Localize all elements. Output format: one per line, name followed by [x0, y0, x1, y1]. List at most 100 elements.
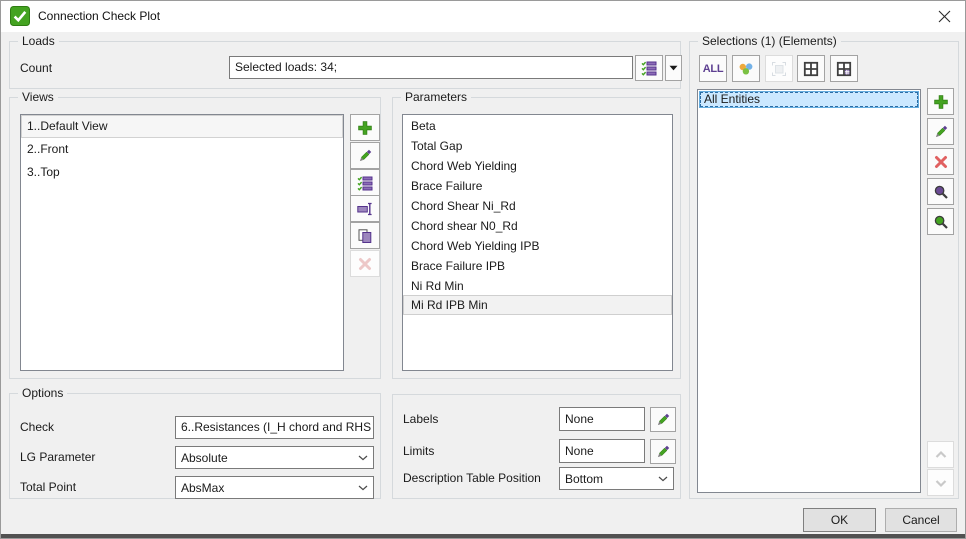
pencil-icon: [655, 444, 671, 460]
rename-view-button[interactable]: [350, 195, 380, 222]
options-legend: Options: [18, 386, 67, 401]
views-list[interactable]: 1..Default View 2..Front 3..Top: [20, 114, 344, 371]
check-field[interactable]: 6..Resistances (I_H chord and RHS or: [175, 416, 374, 439]
parameter-list-item-label: Brace Failure IPB: [411, 259, 505, 273]
parameter-list-item-label: Chord shear N0_Rd: [411, 219, 518, 233]
window-title: Connection Check Plot: [38, 1, 160, 32]
total-point-label: Total Point: [20, 476, 76, 499]
check-label: Check: [20, 416, 54, 439]
parameter-list-item[interactable]: Brace Failure IPB: [403, 255, 672, 275]
parameter-list-item[interactable]: Mi Rd IPB Min: [403, 295, 672, 315]
lg-parameter-value: Absolute: [181, 451, 228, 465]
add-view-button[interactable]: [350, 114, 380, 141]
labels-field[interactable]: None: [559, 407, 645, 431]
views-list-item[interactable]: 3..Top: [21, 161, 343, 184]
options-group: Options Check 6..Resistances (I_H chord …: [9, 393, 381, 499]
move-up-button: [927, 441, 954, 468]
parameter-list-item[interactable]: Chord Web Yielding: [403, 155, 672, 175]
chevron-combo-icon: [658, 476, 668, 482]
limits-field[interactable]: None: [559, 439, 645, 463]
grid-filled-icon: [836, 61, 852, 77]
views-legend: Views: [18, 90, 58, 105]
parameter-list-item-label: Chord Shear Ni_Rd: [411, 199, 516, 213]
edit-labels-button[interactable]: [650, 407, 676, 432]
lg-parameter-select[interactable]: Absolute: [175, 446, 374, 469]
all-label: ALL: [703, 63, 723, 75]
parameter-list-item[interactable]: Chord Web Yielding IPB: [403, 235, 672, 255]
views-list-item[interactable]: 2..Front: [21, 138, 343, 161]
chevron-combo-icon: [358, 485, 368, 491]
magnifier-green-icon: [933, 214, 949, 230]
parameter-list-item-label: Beta: [411, 119, 436, 133]
selections-group: Selections (1) (Elements) ALL All Entiti…: [689, 41, 959, 499]
select-loads-button[interactable]: [635, 55, 663, 81]
check-icon: [10, 6, 30, 26]
parameter-list-item-label: Ni Rd Min: [411, 279, 464, 293]
pencil-icon: [655, 412, 671, 428]
chevron-combo-icon: [358, 455, 368, 461]
edit-limits-button[interactable]: [650, 439, 676, 464]
window-bottom-edge: [1, 534, 965, 538]
parameter-list-item-label: Brace Failure: [411, 179, 482, 193]
views-list-item-label: 1..Default View: [27, 119, 108, 133]
grid-view-button[interactable]: [797, 55, 825, 82]
cancel-button[interactable]: Cancel: [885, 508, 957, 532]
magnifier-purple-icon: [933, 184, 949, 200]
labels-label: Labels: [403, 407, 438, 431]
select-views-button[interactable]: [350, 169, 380, 196]
move-down-button: [927, 469, 954, 496]
total-point-select[interactable]: AbsMax: [175, 476, 374, 499]
grid-icon: [803, 61, 819, 77]
views-group: Views 1..Default View2..Front3..Top: [9, 97, 381, 379]
edit-view-button[interactable]: [350, 142, 380, 169]
parameters-list[interactable]: Beta Total Gap Chord Web Yielding Brace Fai…: [402, 114, 673, 371]
lg-parameter-label: LG Parameter: [20, 446, 95, 469]
description-table-position-label: Description Table Position: [403, 467, 541, 490]
close-icon: [938, 10, 951, 23]
close-button[interactable]: [927, 1, 961, 32]
parameters-group: Parameters BetaTotal GapChord Web Yieldi…: [392, 97, 681, 379]
total-point-value: AbsMax: [181, 481, 224, 495]
chevron-down-icon: [933, 475, 949, 491]
parameter-list-item[interactable]: Ni Rd Min: [403, 275, 672, 295]
parameter-list-item-label: Total Gap: [411, 139, 462, 153]
selections-list[interactable]: All Entities: [697, 89, 921, 493]
pencil-icon: [357, 148, 373, 164]
dropdown-arrow-icon: [669, 65, 678, 71]
edit-selection-button[interactable]: [927, 118, 954, 145]
delete-selection-button[interactable]: [927, 148, 954, 175]
plus-icon: [357, 120, 373, 136]
description-table-position-select[interactable]: Bottom: [559, 467, 674, 490]
copy-view-button[interactable]: [350, 222, 380, 249]
limits-label: Limits: [403, 439, 434, 463]
select-box-button: [765, 55, 793, 82]
parameter-list-item[interactable]: Chord Shear Ni_Rd: [403, 195, 672, 215]
parameter-list-item-label: Mi Rd IPB Min: [411, 298, 488, 312]
delete-x-icon: [933, 154, 949, 170]
checklist-icon: [357, 175, 373, 191]
views-list-item[interactable]: 1..Default View: [21, 115, 343, 138]
select-all-button[interactable]: ALL: [699, 55, 727, 82]
selection-list-item[interactable]: All Entities: [699, 91, 919, 108]
count-label: Count: [20, 57, 52, 79]
copy-icon: [357, 228, 373, 244]
count-field[interactable]: Selected loads: 34;: [229, 56, 633, 79]
titlebar: Connection Check Plot: [1, 1, 965, 32]
zoom-selection-button[interactable]: [927, 178, 954, 205]
select-entities-button[interactable]: [732, 55, 760, 82]
checklist-icon: [641, 60, 657, 76]
plot-options-group: Labels None Limits None Description Tabl…: [392, 394, 681, 499]
ok-button[interactable]: OK: [803, 508, 876, 532]
parameter-list-item[interactable]: Total Gap: [403, 135, 672, 155]
delete-view-button: [350, 250, 380, 277]
parameter-list-item[interactable]: Chord shear N0_Rd: [403, 215, 672, 235]
parameter-list-item[interactable]: Beta: [403, 115, 672, 135]
loads-dropdown-button[interactable]: [665, 55, 682, 81]
views-list-item-label: 3..Top: [27, 165, 60, 179]
add-selection-button[interactable]: [927, 88, 954, 115]
grid-filled-view-button[interactable]: [830, 55, 858, 82]
views-list-item-label: 2..Front: [27, 142, 68, 156]
parameter-list-item[interactable]: Brace Failure: [403, 175, 672, 195]
zoom-fit-selection-button[interactable]: [927, 208, 954, 235]
rename-icon: [357, 201, 373, 217]
